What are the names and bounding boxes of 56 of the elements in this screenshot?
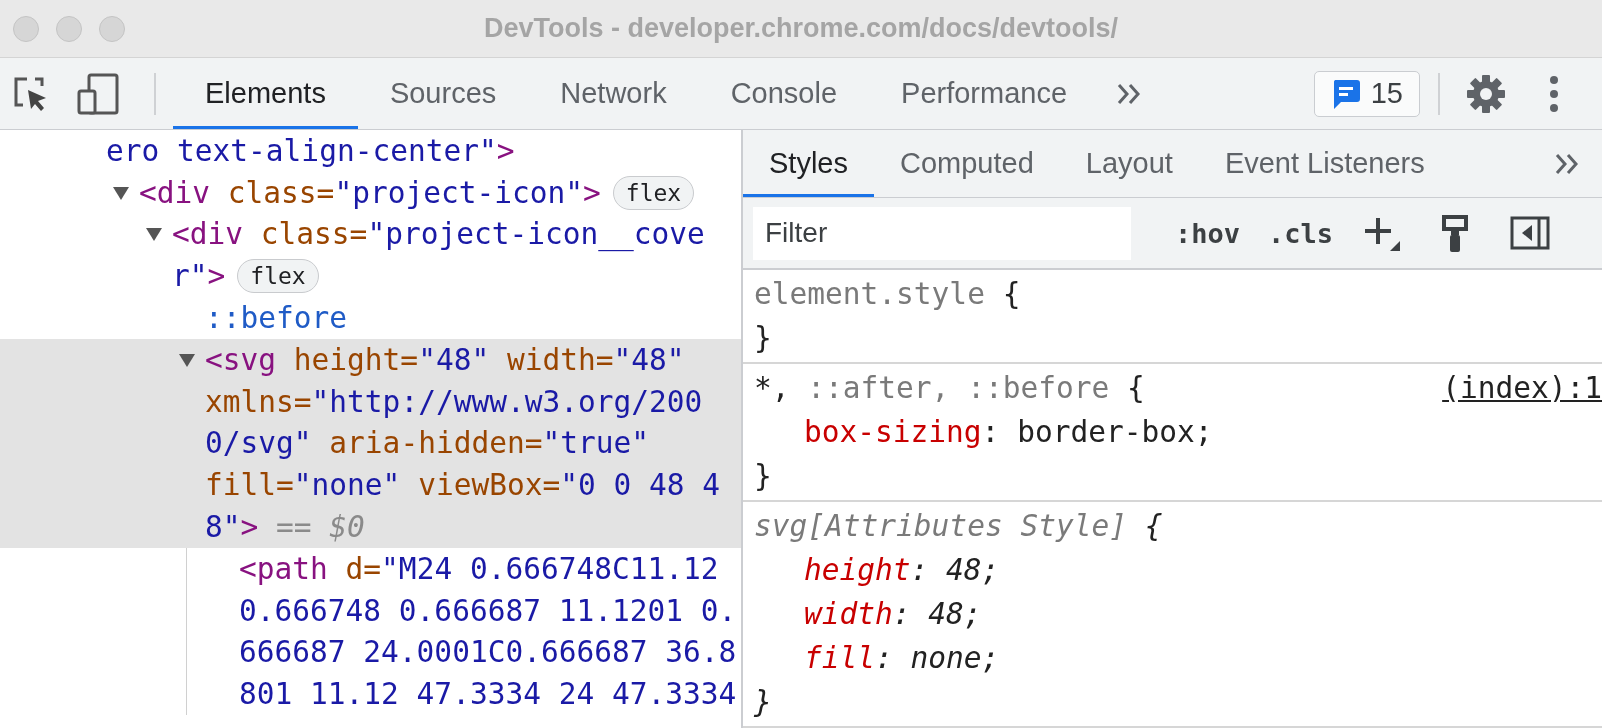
more-options-icon[interactable] bbox=[1549, 74, 1559, 113]
code-line: 666687 24.0001C0.666687 36.8 bbox=[239, 635, 737, 670]
style-rule-line: width: 48; bbox=[803, 597, 982, 631]
more-tabs-icon[interactable] bbox=[1554, 152, 1580, 175]
dom-node[interactable]: <div class="project-icon__cove r"> flex bbox=[172, 213, 741, 298]
dom-node[interactable]: <svg height="48" width="48" xmlns="http://www.w3.org/200 0/svg" aria-hidden="true" fill="none" viewBox="0 0 48 4 8"> == $0 bbox=[0, 339, 741, 548]
style-rule-line: } bbox=[754, 321, 772, 355]
sidebar-toggle-icon[interactable] bbox=[1510, 216, 1551, 251]
code-line: <div class="project-icon__cove bbox=[172, 217, 705, 252]
settings-icon[interactable] bbox=[1466, 73, 1506, 114]
style-rule-line: box-sizing: border-box; bbox=[803, 415, 1213, 449]
dom-node[interactable]: ero text-align-center"> bbox=[106, 130, 741, 172]
disclosure-triangle-icon[interactable] bbox=[146, 227, 162, 242]
code-line: 0/svg" aria-hidden="true" bbox=[205, 426, 650, 461]
class-toggle-button[interactable]: .cls bbox=[1254, 217, 1348, 249]
style-rule-line: element.style { bbox=[754, 277, 1021, 311]
flex-badge[interactable]: flex bbox=[612, 175, 695, 210]
sidebar-tab[interactable]: Event Listeners bbox=[1198, 133, 1451, 198]
device-toggle-icon[interactable] bbox=[77, 72, 119, 115]
dom-node[interactable]: ::before bbox=[205, 297, 741, 339]
hover-state-button[interactable]: :hov bbox=[1161, 217, 1255, 249]
code-line: r"> bbox=[172, 259, 226, 294]
code-line: ::before bbox=[205, 301, 348, 336]
panel-tab[interactable]: Sources bbox=[357, 61, 529, 129]
panel-tab[interactable]: Console bbox=[698, 61, 870, 129]
style-rule-line: } bbox=[754, 459, 772, 493]
code-line: ero text-align-center"> bbox=[106, 133, 515, 168]
dom-node[interactable]: <path d="M24 0.666748C11.12 0.666748 0.666687 11.1201 0. 666687 24.0001C0.666687 36.8 801 11.12 47.3334 24 47.3334 bbox=[239, 547, 741, 716]
style-rule-line: } bbox=[754, 685, 772, 719]
style-rule-line: fill: none; bbox=[803, 641, 1000, 675]
code-line: <svg height="48" width="48" bbox=[205, 342, 685, 377]
style-rule-line: height: 48; bbox=[803, 553, 1000, 587]
filter-field[interactable]: Filter bbox=[753, 206, 1131, 260]
panel-tab[interactable]: Network bbox=[528, 61, 699, 129]
disclosure-triangle-icon[interactable] bbox=[179, 352, 195, 367]
code-line: xmlns="http://www.w3.org/200 bbox=[205, 384, 703, 419]
sidebar-tab[interactable]: Layout bbox=[1059, 133, 1199, 198]
sidebar-tab[interactable]: Computed bbox=[874, 133, 1060, 198]
code-line: <path d="M24 0.666748C11.12 bbox=[239, 551, 719, 586]
code-line: fill="none" viewBox="0 0 48 4 bbox=[205, 468, 721, 503]
issues-button[interactable]: 15 bbox=[1313, 70, 1420, 117]
more-tabs-icon[interactable] bbox=[1116, 82, 1143, 105]
flex-badge[interactable]: flex bbox=[237, 259, 319, 294]
panel-tab[interactable]: Performance bbox=[869, 61, 1100, 129]
style-rule-line: svg[Attributes Style] { bbox=[754, 509, 1163, 543]
code-line: <div class="project-icon"> bbox=[139, 175, 601, 210]
source-link[interactable]: (index):1 bbox=[1442, 371, 1602, 405]
window-title: DevTools - developer.chrome.com/docs/devtools/ bbox=[483, 13, 1119, 44]
panel-tab[interactable]: Elements bbox=[173, 61, 358, 129]
disclosure-triangle-icon[interactable] bbox=[113, 185, 129, 200]
code-line: 801 11.12 47.3334 24 47.3334 bbox=[239, 677, 737, 712]
style-rule-line: *, ::after, ::before { bbox=[754, 371, 1145, 405]
code-line: 8"> == $0 bbox=[205, 510, 365, 545]
dom-node[interactable]: <div class="project-icon"> flex bbox=[139, 171, 741, 214]
code-line: 0.666748 0.666687 11.1201 0. bbox=[239, 593, 737, 628]
new-rule-icon[interactable] bbox=[1363, 215, 1402, 252]
